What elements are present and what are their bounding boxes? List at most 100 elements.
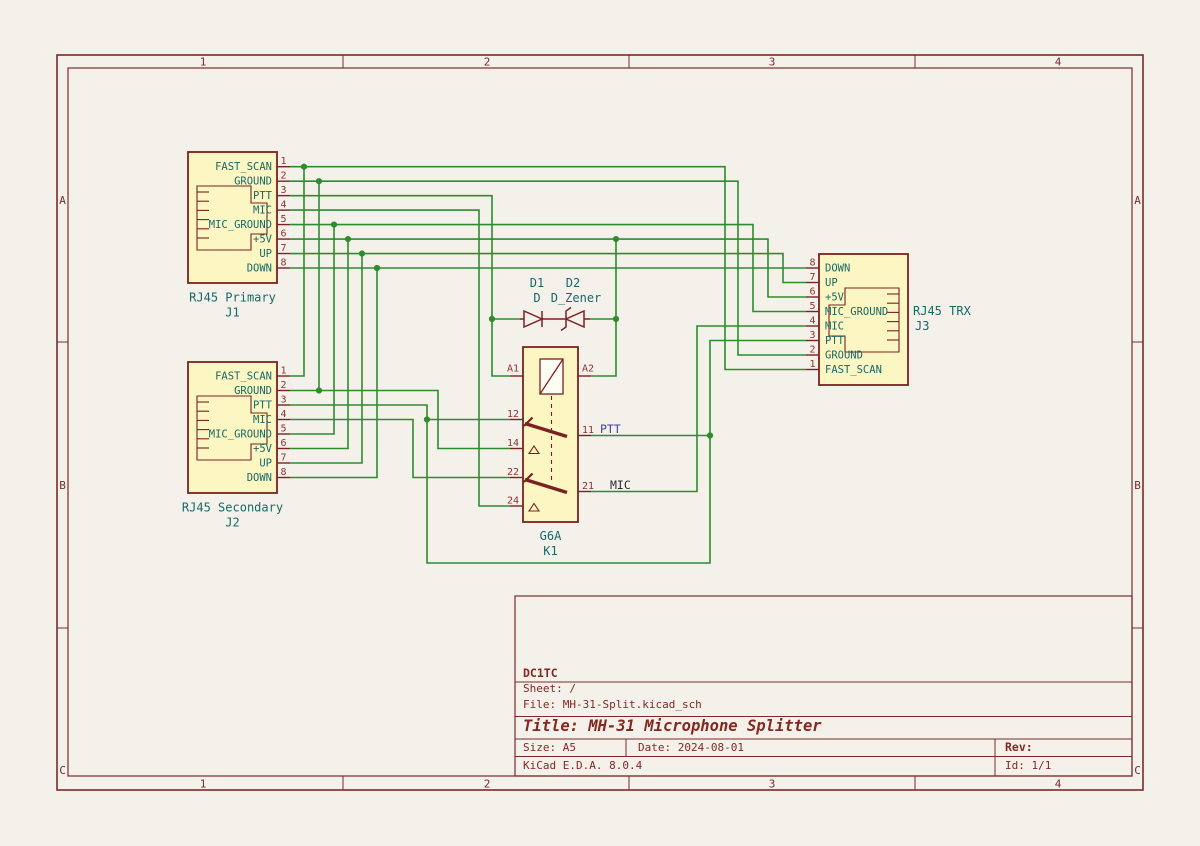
pin-number: 14 (507, 438, 519, 449)
pin-number: 2 (809, 345, 815, 356)
pin-name: MIC (253, 205, 272, 217)
pin-name: FAST_SCAN (825, 364, 882, 376)
frame-row-label: B (59, 479, 66, 492)
junction-dot (613, 316, 619, 322)
pin-name: FAST_SCAN (215, 161, 272, 173)
pin-name: MIC_GROUND (209, 219, 272, 231)
component-value: D (533, 291, 540, 305)
diode-triangle (566, 311, 584, 327)
frame-column-label: 1 (200, 56, 207, 69)
junction-dot (301, 164, 307, 170)
titleblock-size: Size: A5 (523, 741, 576, 754)
pin-number: 12 (507, 409, 519, 420)
frame-row-label: C (1134, 764, 1141, 777)
pin-number: 21 (582, 481, 594, 492)
pin-number: 5 (809, 301, 815, 312)
pin-number: 3 (280, 185, 286, 196)
titleblock-file: File: MH-31-Split.kicad_sch (523, 698, 702, 711)
junction-dot (424, 416, 430, 422)
pin-number: 8 (280, 467, 286, 478)
frame-row-label: B (1134, 479, 1141, 492)
frame-column-label: 4 (1055, 778, 1062, 791)
titleblock-sheet: Sheet: / (523, 682, 576, 695)
pin-number: 1 (809, 359, 815, 370)
junction-dot (707, 432, 713, 438)
junction-dot (374, 265, 380, 271)
wire[interactable] (290, 167, 304, 376)
net-label-mic: MIC (610, 478, 631, 492)
frame-column-label: 1 (200, 778, 207, 791)
frame-row-label: C (59, 764, 66, 777)
frame-row-label: A (1134, 194, 1141, 207)
component-j2[interactable]: 1FAST_SCAN2GROUND3PTT4MIC5MIC_GROUND6+5V… (182, 362, 290, 530)
component-j1[interactable]: 1FAST_SCAN2GROUND3PTT4MIC5MIC_GROUND6+5V… (188, 152, 290, 320)
pin-number: 6 (280, 438, 286, 449)
pin-name: +5V (253, 443, 273, 455)
pin-number: 8 (280, 257, 286, 268)
frame-column-label: 2 (484, 778, 491, 791)
component-reference: D1 (530, 276, 544, 290)
pin-name: DOWN (247, 262, 272, 274)
pin-number: 6 (809, 287, 815, 298)
wire[interactable] (591, 239, 616, 376)
pin-name: +5V (825, 292, 845, 304)
wire[interactable] (290, 225, 334, 434)
pin-number: 22 (507, 467, 519, 478)
titleblock-tool: KiCad E.D.A. 8.0.4 (523, 759, 643, 772)
titleblock-id: Id: 1/1 (1005, 759, 1051, 772)
titleblock-title: Title: MH-31 Microphone Splitter (523, 717, 822, 735)
pin-name: UP (259, 248, 272, 260)
wire[interactable] (290, 196, 510, 376)
pin-number: 2 (280, 171, 286, 182)
diode-triangle (524, 311, 542, 327)
junction-dot (316, 387, 322, 393)
pin-number: 4 (280, 200, 286, 211)
pin-name: DOWN (825, 263, 850, 275)
component-value: RJ45 TRX (913, 304, 972, 318)
pin-name: PTT (825, 335, 845, 347)
pin-number: 1 (280, 156, 286, 167)
pin-name: FAST_SCAN (215, 371, 272, 383)
component-value: RJ45 Secondary (182, 501, 283, 515)
pin-name: DOWN (247, 472, 272, 484)
frame-column-label: 3 (769, 56, 776, 69)
title-block-border (515, 596, 1132, 776)
wire[interactable] (290, 210, 510, 506)
wire[interactable] (290, 254, 362, 463)
pin-name: +5V (253, 234, 273, 246)
pin-number: 1 (280, 366, 286, 377)
junction-dot (613, 236, 619, 242)
titleblock-company: DC1TC (523, 666, 558, 680)
title-block: DC1TC Sheet: / File: MH-31-Split.kicad_sch… (515, 596, 1132, 776)
pin-number: 11 (582, 425, 594, 436)
component-reference: D2 (566, 276, 580, 290)
wire[interactable] (290, 405, 710, 563)
pin-name: PTT (253, 400, 273, 412)
pin-number: 3 (280, 395, 286, 406)
pin-number: 4 (280, 409, 286, 420)
pin-number: 8 (809, 258, 815, 269)
pin-number: 7 (280, 243, 286, 254)
junction-dot (359, 250, 365, 256)
component-k1[interactable]: A1A21214222411PTT21MICG6AK1 (507, 347, 631, 558)
pin-name: GROUND (825, 350, 863, 362)
pin-number: 7 (809, 272, 815, 283)
pin-number: 5 (280, 424, 286, 435)
titleblock-rev: Rev: (1005, 740, 1033, 754)
pin-number: A2 (582, 364, 594, 375)
pin-number: 5 (280, 214, 286, 225)
pin-name: PTT (253, 190, 273, 202)
component-value: RJ45 Primary (189, 291, 276, 305)
component-reference: K1 (543, 544, 557, 558)
pin-name: MIC (825, 321, 844, 333)
frame-column-label: 3 (769, 778, 776, 791)
pin-name: MIC_GROUND (209, 429, 272, 441)
component-j3[interactable]: 8DOWN7UP6+5V5MIC_GROUND4MIC3PTT2GROUND1F… (806, 254, 972, 385)
component-d2[interactable]: D2D_Zener (551, 276, 602, 331)
junction-dot (316, 178, 322, 184)
pin-name: GROUND (234, 176, 272, 188)
pin-name: UP (825, 277, 838, 289)
component-reference: J1 (225, 306, 239, 320)
wire[interactable] (591, 326, 806, 492)
pin-number: 3 (809, 330, 815, 341)
